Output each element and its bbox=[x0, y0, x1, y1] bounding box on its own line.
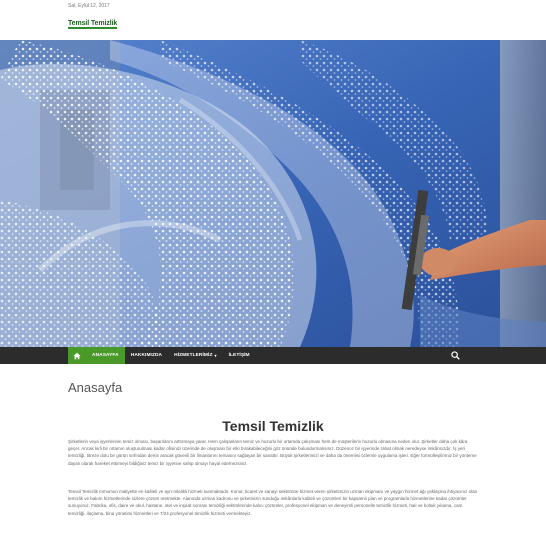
nav-item-label: HAKKIMIZDA bbox=[130, 353, 163, 358]
page-title: Anasayfa bbox=[68, 380, 123, 395]
nav-item-anasayfa[interactable]: ANASAYFA bbox=[86, 347, 125, 364]
nav-home-button[interactable] bbox=[68, 347, 86, 364]
logo-underline bbox=[68, 27, 118, 29]
nav-item-hizmetlerimiz[interactable]: HİZMETLERİMİZ ▾ bbox=[168, 347, 222, 364]
nav-item-iletisim[interactable]: İLETİŞİM bbox=[223, 347, 256, 364]
content-paragraph: Şirketlerin veya işyerlerinin temiz olma… bbox=[68, 439, 477, 466]
nav-item-hakkimizda[interactable]: HAKKIMIZDA bbox=[125, 347, 168, 364]
site-header: Sal, Eylül 12, 2017 Temsil Temizlik bbox=[0, 0, 546, 40]
site-logo[interactable]: Temsil Temizlik bbox=[68, 17, 118, 29]
chevron-down-icon: ▾ bbox=[214, 353, 217, 358]
nav-item-label: ANASAYFA bbox=[92, 353, 119, 358]
content-heading: Temsil Temizlik bbox=[222, 418, 324, 434]
home-icon bbox=[73, 352, 81, 359]
nav-items: ANASAYFA HAKKIMIZDA HİZMETLERİMİZ ▾ İLET… bbox=[68, 347, 256, 364]
nav-item-label: İLETİŞİM bbox=[228, 353, 250, 358]
main-navigation: ANASAYFA HAKKIMIZDA HİZMETLERİMİZ ▾ İLET… bbox=[0, 347, 546, 364]
search-icon[interactable] bbox=[451, 351, 460, 360]
content-paragraph: Temsil Temizlik mmumun maliyette en kali… bbox=[68, 489, 478, 516]
window-cleaning-illustration bbox=[0, 40, 546, 347]
logo-text: Temsil Temizlik bbox=[68, 20, 118, 27]
header-date: Sal, Eylül 12, 2017 bbox=[68, 3, 110, 9]
nav-item-label: HİZMETLERİMİZ bbox=[174, 353, 213, 358]
hero-image bbox=[0, 40, 546, 347]
